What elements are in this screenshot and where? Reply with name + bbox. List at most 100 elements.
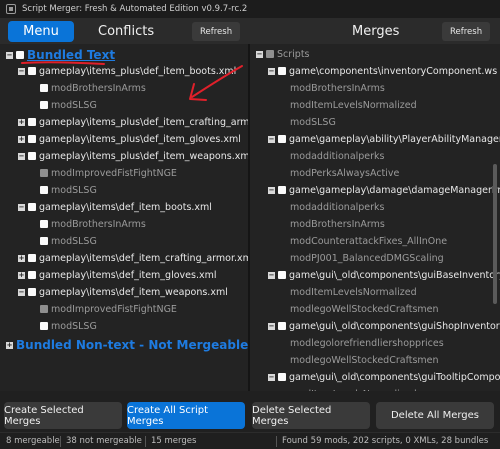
checkbox[interactable] (278, 322, 286, 330)
checkbox[interactable] (40, 169, 48, 177)
create-selected-merges-button[interactable]: Create Selected Merges (4, 402, 122, 429)
tree-node-mod[interactable]: modPerksAlwaysActive (290, 165, 399, 181)
scrollbar-thumb[interactable] (493, 164, 497, 304)
tree-node-mod[interactable]: modSLSG (40, 318, 97, 334)
refresh-conflicts-button[interactable]: Refresh (192, 22, 241, 41)
tree-node-mod[interactable]: modItemLevelsNormalized (290, 284, 417, 300)
tree-label: Bundled Non-text - Not Mergeable (16, 338, 248, 352)
checkbox[interactable] (28, 118, 36, 126)
tree-node-script[interactable]: − game\gui\_old\components\guiBaseInvent… (268, 267, 500, 283)
tree-node-mod[interactable]: modlegoWellStockedCraftsmen (290, 352, 439, 368)
expand-icon[interactable]: + (18, 135, 25, 143)
tree-node-bundled-nontext[interactable]: + Bundled Non-text - Not Mergeable (6, 336, 248, 354)
checkbox[interactable] (28, 203, 36, 211)
tree-label: modItemLevelsNormalized (290, 286, 417, 298)
collapse-icon[interactable]: − (268, 271, 275, 279)
expand-icon[interactable]: + (18, 271, 25, 279)
checkbox[interactable] (40, 220, 48, 228)
refresh-merges-button[interactable]: Refresh (442, 22, 491, 41)
tree-node-mod[interactable]: modBrothersInArms (290, 216, 385, 232)
tree-node-mod[interactable]: modadditionalperks (290, 148, 385, 164)
tree-node-mod[interactable]: modItemLevelsNormalized (290, 97, 417, 113)
collapse-icon[interactable]: − (6, 51, 13, 59)
merges-scrollbar[interactable] (492, 44, 498, 391)
tree-node-mod[interactable]: modCounterattackFixes_AllInOne (290, 233, 447, 249)
expand-icon[interactable]: + (18, 254, 25, 262)
checkbox[interactable] (40, 84, 48, 92)
tree-label: Bundled Text (27, 48, 116, 62)
status-merges: 15 merges (151, 436, 197, 446)
tree-node-mod[interactable]: modBrothersInArms (40, 216, 146, 232)
collapse-icon[interactable]: − (268, 67, 275, 75)
checkbox[interactable] (278, 373, 286, 381)
tree-node-mod[interactable]: modBrothersInArms (40, 80, 146, 96)
collapse-icon[interactable]: − (18, 152, 25, 160)
checkbox[interactable] (28, 271, 36, 279)
collapse-icon[interactable]: − (268, 322, 275, 330)
collapse-icon[interactable]: − (256, 50, 263, 58)
collapse-icon[interactable]: − (268, 186, 275, 194)
tab-conflicts[interactable]: Conflicts (98, 21, 154, 42)
checkbox[interactable] (40, 305, 48, 313)
tree-label: modPJ001_BalancedDMGScaling (290, 252, 444, 264)
expand-icon[interactable]: + (18, 118, 25, 126)
checkbox[interactable] (40, 237, 48, 245)
tree-label: gameplay\items\def_item_boots.xml (39, 201, 212, 213)
checkbox[interactable] (266, 50, 274, 58)
tree-node-scripts[interactable]: − Scripts (256, 46, 310, 62)
tree-node-file[interactable]: + gameplay\items\def_item_gloves.xml (18, 267, 217, 283)
tree-node-file[interactable]: − gameplay\items_plus\def_item_weapons.x… (18, 148, 248, 164)
tree-node-mod[interactable]: modlegoWellStockedCraftsmen (290, 301, 439, 317)
tree-node-script[interactable]: − game\gameplay\damage\damageManagerProc… (268, 182, 500, 198)
tree-node-mod[interactable]: modBrothersInArms (290, 80, 385, 96)
tree-node-script[interactable]: − game\gameplay\ability\PlayerAbilityMan… (268, 131, 500, 147)
tree-node-script[interactable]: − game\gui\_old\components\guiShopInvent… (268, 318, 500, 334)
collapse-icon[interactable]: − (18, 288, 25, 296)
checkbox[interactable] (28, 254, 36, 262)
delete-selected-merges-button[interactable]: Delete Selected Merges (252, 402, 370, 429)
tree-node-mod[interactable]: modSLSG (40, 97, 97, 113)
tree-node-bundled-text[interactable]: − Bundled Text (6, 46, 115, 64)
tree-node-mod[interactable]: modadditionalperks (290, 199, 385, 215)
collapse-icon[interactable]: − (18, 203, 25, 211)
tree-node-mod[interactable]: modImprovedFistFightNGE (40, 301, 177, 317)
tree-node-file[interactable]: + gameplay\items_plus\def_item_gloves.xm… (18, 131, 241, 147)
collapse-icon[interactable]: − (268, 135, 275, 143)
checkbox[interactable] (28, 288, 36, 296)
checkbox[interactable] (40, 322, 48, 330)
tree-node-file[interactable]: − gameplay\items\def_item_weapons.xml (18, 284, 228, 300)
tree-node-file[interactable]: − gameplay\items_plus\def_item_boots.xml (18, 63, 236, 79)
checkbox[interactable] (16, 51, 24, 59)
checkbox[interactable] (40, 186, 48, 194)
checkbox[interactable] (28, 152, 36, 160)
checkbox[interactable] (278, 186, 286, 194)
expand-icon[interactable]: + (6, 341, 13, 349)
tree-label: modBrothersInArms (51, 218, 146, 230)
tree-node-file[interactable]: + gameplay\items_plus\def_item_crafting_… (18, 114, 248, 130)
tree-node-script[interactable]: − game\components\inventoryComponent.ws (268, 63, 497, 79)
tree-node-mod[interactable]: modSLSG (40, 233, 97, 249)
delete-all-merges-button[interactable]: Delete All Merges (376, 402, 494, 429)
tree-node-mod[interactable]: modSLSG (40, 182, 97, 198)
tree-label: game\components\inventoryComponent.ws (289, 65, 498, 77)
checkbox[interactable] (278, 271, 286, 279)
tree-node-mod[interactable]: modImprovedFistFightNGE (40, 165, 177, 181)
tab-merges[interactable]: Merges (352, 21, 399, 42)
checkbox[interactable] (278, 135, 286, 143)
checkbox[interactable] (40, 101, 48, 109)
checkbox[interactable] (28, 135, 36, 143)
tree-node-script[interactable]: − game\gui\_old\components\guiTooltipCom… (268, 369, 500, 385)
tree-node-mod[interactable]: modSLSG (290, 114, 336, 130)
tree-node-mod[interactable]: modPJ001_BalancedDMGScaling (290, 250, 444, 266)
collapse-icon[interactable]: − (268, 373, 275, 381)
tree-node-file[interactable]: − gameplay\items\def_item_boots.xml (18, 199, 212, 215)
collapse-icon[interactable]: − (18, 67, 25, 75)
create-all-script-merges-button[interactable]: Create All Script Merges (127, 402, 245, 429)
checkbox[interactable] (28, 67, 36, 75)
tree-node-mod[interactable]: modlegolorefriendliershopprices (290, 335, 444, 351)
checkbox[interactable] (278, 67, 286, 75)
tree-label: gameplay\items_plus\def_item_gloves.xml (39, 133, 241, 145)
tree-node-file[interactable]: + gameplay\items\def_item_crafting_armor… (18, 250, 248, 266)
tree-node-mod[interactable]: modItemLevelsNormalized (290, 386, 417, 392)
menu-button[interactable]: Menu (8, 21, 74, 42)
